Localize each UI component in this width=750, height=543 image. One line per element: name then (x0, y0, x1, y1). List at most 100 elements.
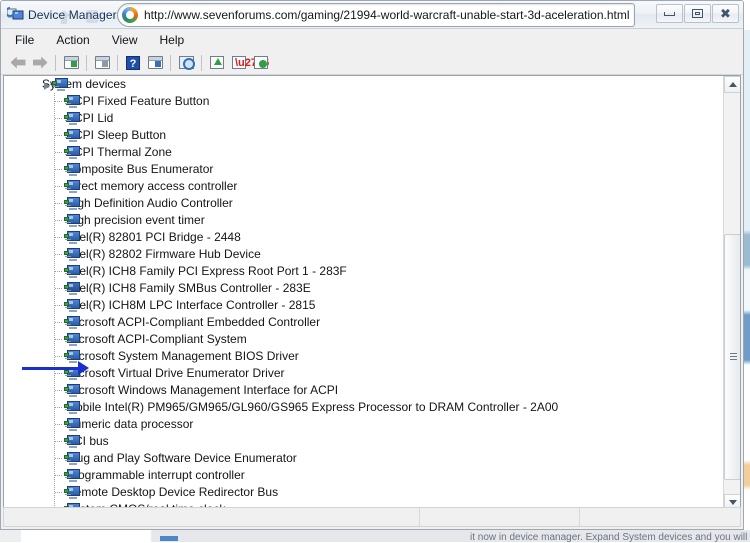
disable-device-button[interactable] (250, 53, 272, 73)
minimize-button[interactable] (656, 4, 683, 23)
system-device-icon (64, 401, 80, 414)
show-hide-action-pane-button[interactable] (144, 53, 166, 73)
toolbar-separator (117, 54, 118, 71)
device-tree-item-label: ACPI Fixed Feature Button (66, 94, 210, 108)
address-bar-url: http://www.sevenforums.com/gaming/21994-… (144, 8, 630, 22)
device-tree-item-label: Intel(R) ICH8 Family SMBus Controller - … (66, 281, 311, 295)
tree-connector-stub (55, 186, 63, 187)
tree-connector-stub (55, 203, 63, 204)
menu-item-action[interactable]: Action (50, 31, 99, 49)
forward-arrow-icon (32, 56, 48, 69)
properties-icon (94, 56, 110, 69)
system-device-icon (64, 231, 80, 244)
device-tree-item-label: Intel(R) ICH8 Family PCI Express Root Po… (66, 264, 347, 278)
device-tree-item-label: Mobile Intel(R) PM965/GM965/GL960/GS965 … (66, 400, 559, 414)
device-tree-item-label: Plug and Play Software Device Enumerator (66, 451, 297, 465)
system-device-icon (64, 265, 80, 278)
device-tree-item[interactable]: ACPI Sleep Button (4, 127, 723, 144)
device-tree-item[interactable]: ACPI Thermal Zone (4, 144, 723, 161)
menu-item-help[interactable]: Help (154, 31, 195, 49)
menu-item-file[interactable]: File (9, 31, 44, 49)
firefox-icon (122, 7, 138, 23)
system-device-icon (64, 163, 80, 176)
device-tree-item-label: Microsoft Windows Management Interface f… (66, 383, 339, 397)
device-tree-item[interactable]: High precision event timer (4, 212, 723, 229)
uninstall-device-button[interactable]: \u2716 (228, 53, 269, 73)
device-tree-item[interactable]: Remote Desktop Device Redirector Bus (4, 484, 723, 501)
device-tree-item[interactable]: Microsoft ACPI-Compliant System (4, 331, 723, 348)
device-tree-item-label: Programmable interrupt controller (66, 468, 245, 482)
restore-icon (692, 9, 703, 18)
help-button[interactable]: ? (122, 53, 144, 73)
device-manager-icon (5, 7, 24, 22)
scroll-up-button[interactable] (724, 76, 740, 93)
device-tree-item[interactable]: ACPI Lid (4, 110, 723, 127)
toolbar-separator (55, 54, 56, 71)
device-tree-item-label: Microsoft ACPI-Compliant System (66, 332, 247, 346)
device-tree-item[interactable]: Intel(R) 82802 Firmware Hub Device (4, 246, 723, 263)
device-tree-item[interactable]: ACPI Fixed Feature Button (4, 93, 723, 110)
device-tree-item[interactable]: Programmable interrupt controller (4, 467, 723, 484)
device-tree-item-label: High precision event timer (66, 213, 205, 227)
system-device-icon (64, 197, 80, 210)
window-title: Device Manager (28, 7, 117, 22)
device-tree-item[interactable]: Intel(R) ICH8 Family PCI Express Root Po… (4, 263, 723, 280)
device-tree-item[interactable]: Microsoft Windows Management Interface f… (4, 382, 723, 399)
device-tree-item[interactable]: Direct memory access controller (4, 178, 723, 195)
back-button[interactable] (7, 53, 29, 73)
system-device-icon (64, 316, 80, 329)
tree-connector-stub (55, 339, 63, 340)
device-tree-item[interactable]: Mobile Intel(R) PM965/GM965/GL960/GS965 … (4, 399, 723, 416)
tree-connector-stub (55, 288, 63, 289)
close-button[interactable]: ✖ (712, 4, 739, 23)
forward-button[interactable] (29, 53, 51, 73)
status-bar-cell-2 (420, 508, 580, 526)
device-tree-item[interactable]: High Definition Audio Controller (4, 195, 723, 212)
device-tree-item[interactable]: PCI bus (4, 433, 723, 450)
device-tree-item-label: Intel(R) 82802 Firmware Hub Device (66, 247, 261, 261)
minimize-icon (664, 11, 675, 16)
device-tree-item-label: Microsoft ACPI-Compliant Embedded Contro… (66, 315, 321, 329)
update-driver-button[interactable] (206, 53, 228, 73)
device-manager-window: Device Manager http://www.sevenforums.co… (0, 0, 744, 530)
menu-item-view[interactable]: View (106, 31, 148, 49)
scroll-thumb[interactable] (724, 234, 740, 480)
restore-button[interactable] (684, 4, 711, 23)
tree-connector-stub (55, 356, 63, 357)
system-device-icon (64, 435, 80, 448)
device-tree-item[interactable]: Microsoft ACPI-Compliant Embedded Contro… (4, 314, 723, 331)
device-tree-item[interactable]: Intel(R) 82801 PCI Bridge - 2448 (4, 229, 723, 246)
show-hide-console-tree-button[interactable] (60, 53, 82, 73)
properties-button[interactable] (91, 53, 113, 73)
device-tree-item[interactable]: Numeric data processor (4, 416, 723, 433)
system-device-icon (64, 129, 80, 142)
scan-for-hardware-changes-button[interactable] (175, 53, 197, 73)
device-tree-item[interactable]: Intel(R) ICH8M LPC Interface Controller … (4, 297, 723, 314)
device-tree-item-label: Composite Bus Enumerator (66, 162, 214, 176)
system-device-icon (64, 418, 80, 431)
device-tree-item[interactable]: Composite Bus Enumerator (4, 161, 723, 178)
device-tree-item-label: Intel(R) 82801 PCI Bridge - 2448 (66, 230, 241, 244)
annotation-arrow-head (78, 361, 89, 375)
tree-connector-stub (55, 118, 63, 119)
system-device-icon (64, 469, 80, 482)
device-tree-item[interactable]: Microsoft Virtual Drive Enumerator Drive… (4, 365, 723, 382)
tree-connector-stub (55, 492, 63, 493)
system-device-icon (64, 180, 80, 193)
device-tree-item-label: Microsoft Virtual Drive Enumerator Drive… (66, 366, 285, 380)
device-tree-item[interactable]: Intel(R) ICH8 Family SMBus Controller - … (4, 280, 723, 297)
address-bar[interactable]: http://www.sevenforums.com/gaming/21994-… (117, 3, 635, 27)
vertical-scrollbar[interactable] (723, 76, 740, 511)
tree-root-system-devices[interactable]: System devices (4, 76, 723, 93)
system-device-icon (64, 486, 80, 499)
window-controls: ✖ (656, 4, 739, 23)
tree-connector-stub (55, 458, 63, 459)
title-bar: Device Manager http://www.sevenforums.co… (1, 1, 743, 29)
device-tree-item-label: Remote Desktop Device Redirector Bus (66, 485, 279, 499)
system-device-icon (64, 112, 80, 125)
tree-connector-stub (55, 169, 63, 170)
device-tree-item[interactable]: Plug and Play Software Device Enumerator (4, 450, 723, 467)
device-tree-item[interactable]: Microsoft System Management BIOS Driver (4, 348, 723, 365)
tree-connector-stub (55, 390, 63, 391)
device-tree[interactable]: System devices ACPI Fixed Feature Button A… (4, 76, 723, 511)
